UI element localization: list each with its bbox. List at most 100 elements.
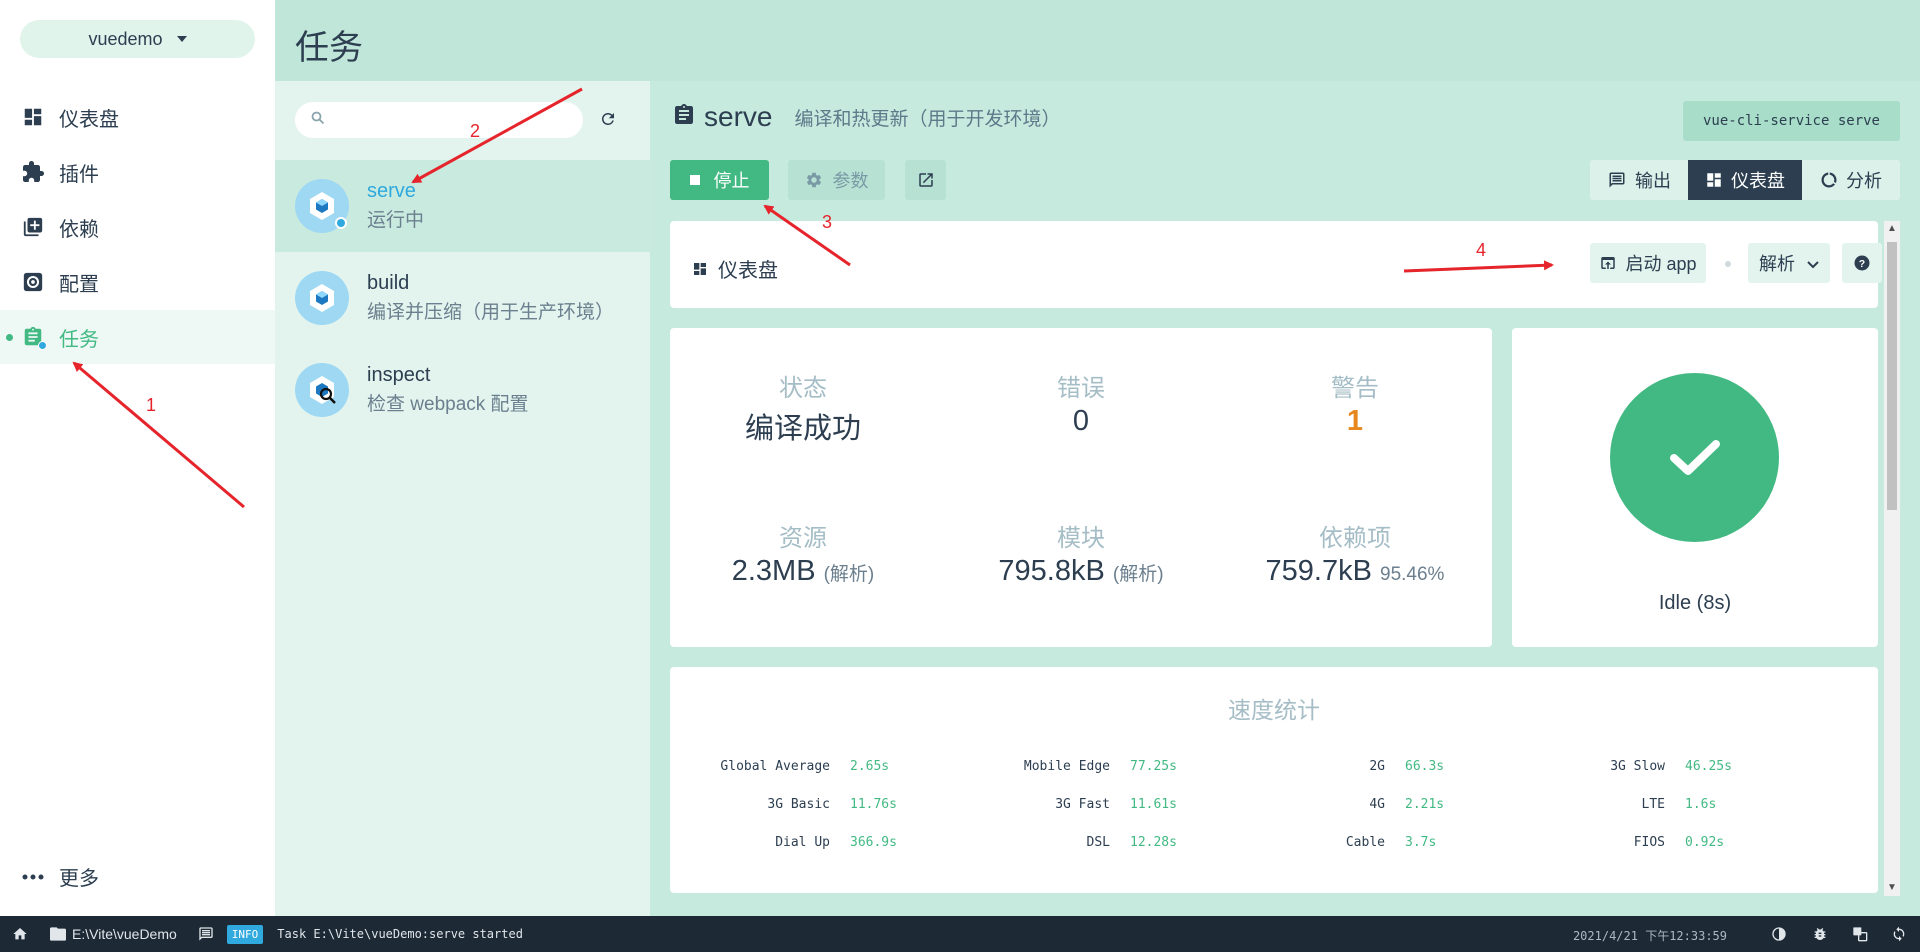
translate-icon[interactable] (1851, 925, 1869, 943)
launch-app-button[interactable]: 启动 app (1590, 243, 1706, 283)
page-header: 任务 (275, 0, 1920, 81)
task-name: serve (367, 180, 416, 202)
stat-label: 模块 (1057, 525, 1105, 552)
stat-assets: 资源 2.3MB (解析) (673, 518, 933, 588)
scroll-down-icon[interactable]: ▼ (1887, 883, 1897, 893)
speed-stat-label: Global Average (720, 759, 830, 774)
open-external-button[interactable] (905, 160, 946, 200)
nav-item-dependencies[interactable]: 依赖 (0, 200, 275, 254)
nav-item-label: 依赖 (59, 218, 99, 241)
task-item-serve[interactable]: serve 运行中 (275, 160, 650, 252)
scroll-up-icon[interactable]: ▲ (1887, 224, 1897, 234)
task-desc: 编译并压缩（用于生产环境） (367, 302, 615, 323)
speed-stat-item: LTE 1.6s (1525, 797, 1717, 812)
donut-icon (1821, 172, 1837, 188)
dashboard-label: 仪表盘 (692, 254, 778, 283)
stat-label: 资源 (779, 525, 827, 552)
view-analyzer-label: 分析 (1846, 171, 1882, 191)
speed-stat-value: 0.92s (1685, 835, 1725, 850)
task-item-inspect[interactable]: inspect 检查 webpack 配置 (275, 344, 650, 436)
speed-stat-label: Dial Up (775, 835, 830, 850)
webpack-icon (295, 271, 349, 325)
speed-stat-value: 77.25s (1130, 759, 1177, 774)
stat-modules: 模块 795.8kB (解析) (951, 518, 1211, 588)
speed-stats-card: 速度统计 Global Average 2.65s Mobile Edge 77.25… (670, 667, 1878, 893)
task-desc: 运行中 (367, 210, 425, 231)
annotation-label-4: 4 (1476, 240, 1487, 260)
task-name: build (367, 272, 410, 294)
build-stats-card: 状态 编译成功 错误 0 警告 1 资源 2.3MB (解析) 模块 795.8… (670, 328, 1492, 647)
launch-app-label: 启动 app (1625, 254, 1697, 274)
task-desc: 检查 webpack 配置 (367, 394, 529, 415)
last-log-message[interactable]: Task E:\Vite\vueDemo:serve started (277, 927, 523, 941)
help-icon: ? (1854, 255, 1870, 271)
view-analyzer-tab[interactable]: 分析 (1802, 160, 1900, 200)
open-in-browser-icon (1601, 257, 1616, 269)
nav-item-dashboard[interactable]: 仪表盘 (0, 90, 275, 144)
speed-stat-item: 3G Fast 11.61s (970, 797, 1177, 812)
stop-button[interactable]: 停止 (670, 160, 769, 200)
nav-item-label: 任务 (59, 328, 99, 351)
dashboard-icon (694, 262, 706, 275)
view-output-tab[interactable]: 输出 (1590, 160, 1688, 200)
speed-stat-item: FIOS 0.92s (1525, 835, 1724, 850)
refresh-icon[interactable] (599, 110, 619, 130)
more-button[interactable]: 更多 (21, 862, 99, 891)
speed-stat-value: 12.28s (1130, 835, 1177, 850)
task-item-build[interactable]: build 编译并压缩（用于生产环境） (275, 252, 650, 344)
search-input[interactable] (335, 111, 575, 129)
scrollbar-thumb[interactable] (1887, 242, 1897, 510)
scrollbar[interactable]: ▲ ▼ (1884, 221, 1900, 896)
view-dashboard-tab[interactable]: 仪表盘 (1688, 160, 1802, 200)
task-name: inspect (367, 364, 431, 386)
annotation-label-2: 2 (470, 121, 481, 141)
view-dashboard-label: 仪表盘 (1731, 171, 1785, 191)
gear-icon (805, 171, 823, 189)
task-title: serve (704, 101, 773, 132)
sync-icon[interactable] (1890, 925, 1908, 943)
open-in-new-icon (917, 171, 935, 189)
speed-stats-title: 速度统计 (1228, 697, 1320, 723)
stop-icon (689, 175, 700, 185)
view-output-label: 输出 (1635, 171, 1671, 191)
speed-stat-value: 366.9s (850, 835, 897, 850)
stat-value: 759.7kB (1265, 555, 1372, 587)
nav-item-config[interactable]: 配置 (0, 255, 275, 309)
speed-stat-label: Mobile Edge (1023, 759, 1110, 774)
project-name: vuedemo (88, 28, 163, 49)
parse-mode-select[interactable]: 解析 (1748, 243, 1830, 283)
webpack-icon (295, 179, 349, 233)
project-path-text: E:\Vite\vueDemo (72, 926, 177, 942)
console-log-icon[interactable] (197, 926, 215, 942)
speed-stat-label: Cable (1345, 835, 1385, 850)
project-selector[interactable]: vuedemo (20, 20, 255, 58)
params-button[interactable]: 参数 (788, 160, 885, 200)
dashboard-label-text: 仪表盘 (718, 260, 778, 282)
stat-label: 状态 (779, 375, 827, 402)
dark-mode-icon[interactable] (1770, 925, 1788, 943)
task-title-row: serve 编译和热更新（用于开发环境） (672, 101, 1060, 133)
caret-down-icon (176, 36, 187, 42)
log-level-badge: INFO (226, 924, 264, 944)
bug-report-icon[interactable] (1811, 925, 1829, 943)
home-icon[interactable] (12, 926, 28, 942)
nav-item-plugins[interactable]: 插件 (0, 145, 275, 199)
speed-stat-label: 4G (1369, 797, 1385, 812)
nav-item-tasks[interactable]: 任务 (0, 310, 275, 364)
search-icon (311, 111, 325, 130)
annotation-label-1: 1 (146, 395, 157, 415)
help-button[interactable]: ? (1842, 243, 1882, 283)
speed-stat-item: Mobile Edge 77.25s (970, 759, 1177, 774)
stat-value: 2.3MB (731, 555, 816, 587)
speed-stat-label: FIOS (1633, 835, 1665, 850)
annotation-label-3: 3 (822, 212, 833, 232)
nav-item-label: 仪表盘 (59, 108, 119, 131)
success-check-icon (1610, 373, 1779, 542)
stat-errors: 错误 0 (951, 368, 1211, 438)
speed-stat-item: Cable 3.7s (1245, 835, 1436, 850)
speed-stat-value: 2.65s (850, 759, 890, 774)
project-path[interactable]: E:\Vite\vueDemo (50, 926, 177, 942)
more-horiz-icon (21, 874, 45, 880)
assignment-icon (21, 325, 47, 350)
nav-item-label: 插件 (59, 163, 99, 186)
